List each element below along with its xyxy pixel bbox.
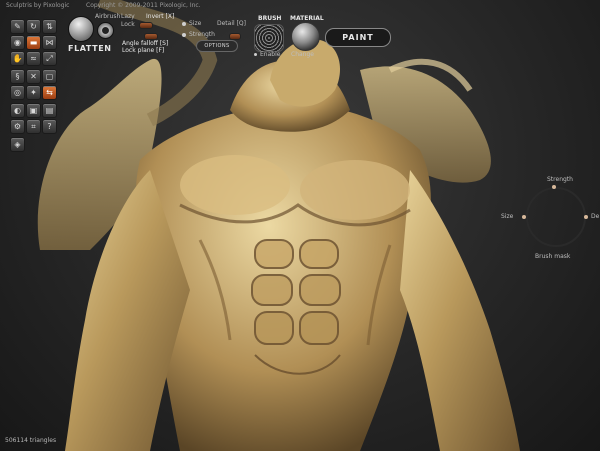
- tile-icon[interactable]: ✦: [26, 85, 41, 100]
- invert-toggle[interactable]: Invert [X]: [146, 13, 174, 20]
- camera-icon[interactable]: ◐: [10, 103, 25, 118]
- wheel-strength-dot[interactable]: [552, 185, 556, 189]
- triangle-count: 506114 triangles: [5, 437, 57, 444]
- wheel-size-dot[interactable]: [522, 215, 526, 219]
- options-button[interactable]: OPTIONS: [196, 40, 238, 52]
- material-thumb[interactable]: [291, 22, 320, 51]
- move-icon[interactable]: ⇅: [42, 19, 57, 34]
- brush-wheel[interactable]: [526, 187, 586, 247]
- settings-icon[interactable]: ⚙: [10, 119, 25, 134]
- wheel-mask-label: Brush mask: [535, 253, 571, 260]
- wheel-size-label: Size: [501, 213, 514, 220]
- load-icon[interactable]: ▤: [42, 103, 57, 118]
- lazy-toggle[interactable]: Lazy: [121, 13, 135, 20]
- scale-icon[interactable]: ⤢: [42, 51, 57, 66]
- grab-icon[interactable]: ✋: [10, 51, 25, 66]
- brush-texture-thumb[interactable]: [254, 24, 284, 52]
- title-bar: Sculptris by Pixologic Copyright © 2009-…: [0, 0, 600, 11]
- wheel-right-label: De: [591, 213, 600, 220]
- reduce-icon[interactable]: ✕: [26, 69, 41, 84]
- material-heading: MATERIAL: [290, 15, 324, 22]
- detail-label: Detail [Q]: [217, 20, 246, 27]
- symmetry-icon[interactable]: §: [10, 69, 25, 84]
- app-title: Sculptris by Pixologic: [6, 2, 70, 9]
- wheel-strength-label: Strength: [547, 176, 573, 183]
- crease-icon[interactable]: ✎: [10, 19, 25, 34]
- mask-icon[interactable]: ▢: [42, 69, 57, 84]
- flatten-icon[interactable]: ▬: [26, 35, 41, 50]
- lazy-slider[interactable]: [139, 22, 153, 29]
- brush-preview-icon[interactable]: [68, 16, 94, 42]
- pinch-icon[interactable]: ⋈: [42, 35, 57, 50]
- rotate-icon[interactable]: ↻: [26, 19, 41, 34]
- detail-slider[interactable]: [229, 33, 241, 40]
- lock-toggle[interactable]: Lock: [121, 21, 135, 28]
- wireframe-icon[interactable]: ⌗: [26, 119, 41, 134]
- brush-name: FLATTEN: [68, 44, 112, 53]
- brush-heading: BRUSH: [258, 15, 282, 22]
- strength-label: Strength: [189, 31, 215, 38]
- change-material[interactable]: Change: [291, 51, 314, 58]
- sculptris-window: Sculptris by Pixologic Copyright © 2009-…: [0, 0, 600, 451]
- strength-dot: [182, 33, 186, 37]
- help-icon[interactable]: ?: [42, 119, 57, 134]
- viewport-canvas[interactable]: [0, 0, 600, 451]
- save-icon[interactable]: ▣: [26, 103, 41, 118]
- size-label: Size: [189, 20, 202, 27]
- size-dot: [182, 22, 186, 26]
- smooth-icon[interactable]: ≈: [26, 51, 41, 66]
- inflate-icon[interactable]: ◉: [10, 35, 25, 50]
- wheel-detail-dot[interactable]: [584, 215, 588, 219]
- airbrush-toggle[interactable]: Airbrush: [95, 13, 120, 20]
- brush-falloff-icon[interactable]: [97, 22, 114, 39]
- enable-toggle[interactable]: Enable: [260, 51, 280, 58]
- lock-plane-toggle[interactable]: Lock plane [F]: [122, 47, 164, 54]
- strength-slider[interactable]: [144, 33, 158, 40]
- subdivide-icon[interactable]: ◎: [10, 85, 25, 100]
- paint-mode-button[interactable]: PAINT: [325, 28, 391, 47]
- copyright-text: Copyright © 2009-2011 Pixologic, Inc.: [86, 2, 201, 9]
- enable-dot: [254, 53, 257, 56]
- angle-falloff-toggle[interactable]: Angle falloff [S]: [122, 40, 168, 47]
- undo-icon[interactable]: ◈: [10, 137, 25, 152]
- redo-icon[interactable]: ⇆: [42, 85, 57, 100]
